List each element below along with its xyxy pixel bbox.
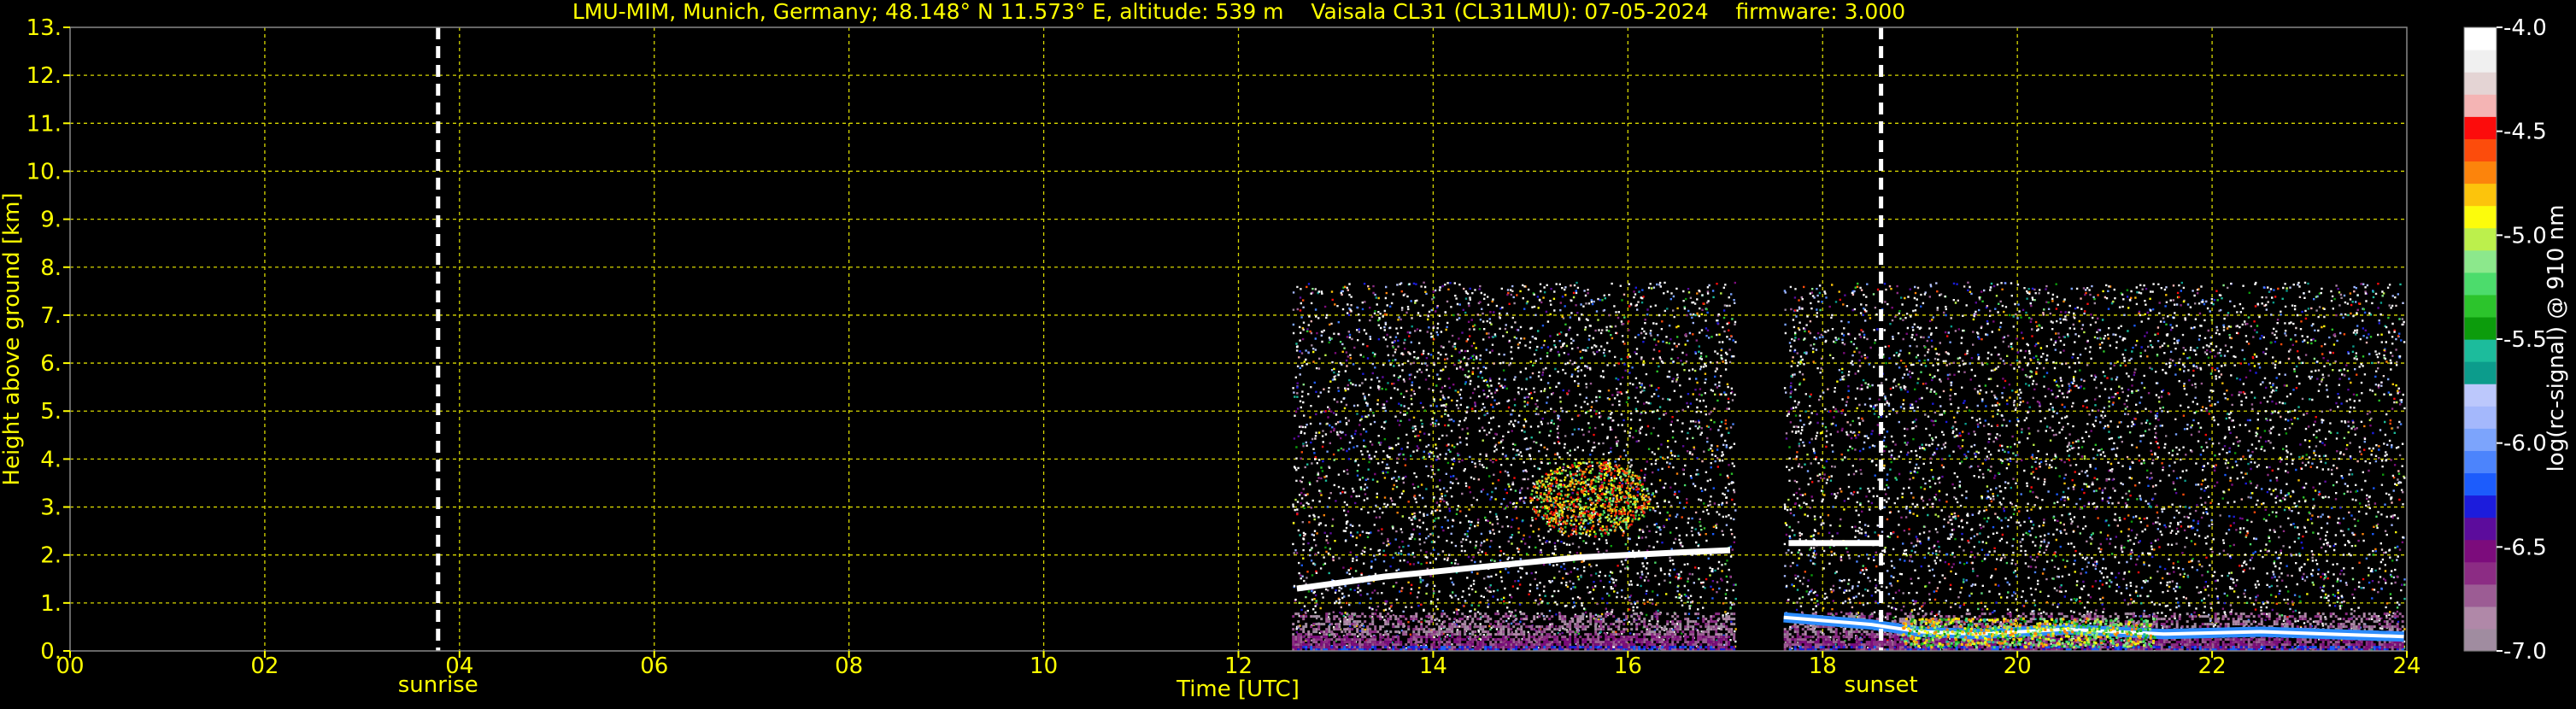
x-tick-label: 08 <box>835 653 863 679</box>
colorbar-swatch <box>2464 249 2497 273</box>
x-tick-label: 02 <box>250 653 279 679</box>
colorbar-swatch <box>2464 406 2497 429</box>
ceilometer-chart: LMU-MIM, Munich, Germany; 48.148° N 11.5… <box>0 0 2576 706</box>
colorbar-swatch <box>2464 539 2497 563</box>
colorbar-tick-label: -5.5 <box>2503 327 2547 353</box>
colorbar-swatch <box>2464 27 2497 50</box>
colorbar-tick-label: -7.0 <box>2503 639 2547 665</box>
colorbar-tick-label: -6.0 <box>2503 431 2547 457</box>
y-tick-label: 5. <box>40 399 62 425</box>
colorbar-swatch <box>2464 583 2497 607</box>
sunset-label: sunset <box>1845 672 1918 698</box>
colorbar-swatch <box>2464 339 2497 362</box>
y-tick-label: 12. <box>26 63 62 89</box>
y-tick-label: 7. <box>40 303 62 329</box>
colorbar-swatch <box>2464 272 2497 296</box>
x-tick-label: 18 <box>1809 653 1837 679</box>
colorbar-swatch <box>2464 94 2497 117</box>
colorbar-swatch <box>2464 205 2497 229</box>
colorbar-swatch <box>2464 116 2497 139</box>
y-tick-label: 11. <box>26 111 62 137</box>
colorbar-swatch <box>2464 606 2497 630</box>
chart-title: LMU-MIM, Munich, Germany; 48.148° N 11.5… <box>572 0 1905 24</box>
colorbar-swatch <box>2464 561 2497 585</box>
colorbar-swatch <box>2464 294 2497 318</box>
colorbar-swatch <box>2464 628 2497 652</box>
colorbar-swatch <box>2464 183 2497 207</box>
x-tick-label: 06 <box>640 653 668 679</box>
y-tick-label: 2. <box>40 543 62 569</box>
x-tick-label: 04 <box>445 653 473 679</box>
y-tick-label: 9. <box>40 208 62 233</box>
colorbar-swatch <box>2464 517 2497 541</box>
colorbar-swatch <box>2464 50 2497 73</box>
y-tick-label: 0. <box>40 639 62 665</box>
colorbar-tick-label: -4.0 <box>2503 15 2547 41</box>
y-tick-label: 8. <box>40 255 62 281</box>
colorbar-swatch <box>2464 227 2497 251</box>
x-axis-label: Time [UTC] <box>1176 677 1300 702</box>
x-tick-label: 24 <box>2392 653 2421 679</box>
colorbar-swatch <box>2464 316 2497 340</box>
x-tick-label: 12 <box>1224 653 1253 679</box>
colorbar-swatch <box>2464 472 2497 496</box>
y-tick-label: 13. <box>26 15 62 41</box>
colorbar-swatch <box>2464 450 2497 474</box>
y-tick-label: 10. <box>26 159 62 185</box>
colorbar-swatch <box>2464 138 2497 162</box>
y-tick-label: 6. <box>40 351 62 377</box>
y-axis-label: Height above ground [km] <box>0 192 25 485</box>
colorbar-swatch <box>2464 361 2497 384</box>
colorbar-swatch <box>2464 428 2497 451</box>
y-tick-label: 4. <box>40 447 62 472</box>
colorbar-tick-label: -5.0 <box>2503 223 2547 249</box>
x-tick-label: 22 <box>2198 653 2227 679</box>
x-tick-label: 20 <box>2004 653 2032 679</box>
y-tick-label: 3. <box>40 495 62 521</box>
colorbar-swatch <box>2464 161 2497 185</box>
colorbar-swatch <box>2464 495 2497 519</box>
colorbar-tick-label: -6.5 <box>2503 535 2547 560</box>
colorbar-label: log(rc-signal) @ 910 nm <box>2544 205 2569 472</box>
y-tick-label: 1. <box>40 591 62 617</box>
chart-svg: LMU-MIM, Munich, Germany; 48.148° N 11.5… <box>0 0 2576 706</box>
colorbar-swatch <box>2464 384 2497 407</box>
x-tick-label: 14 <box>1419 653 1447 679</box>
colorbar-swatch <box>2464 72 2497 95</box>
x-tick-label: 16 <box>1614 653 1642 679</box>
x-tick-label: 10 <box>1030 653 1058 679</box>
colorbar-tick-label: -4.5 <box>2503 120 2547 145</box>
